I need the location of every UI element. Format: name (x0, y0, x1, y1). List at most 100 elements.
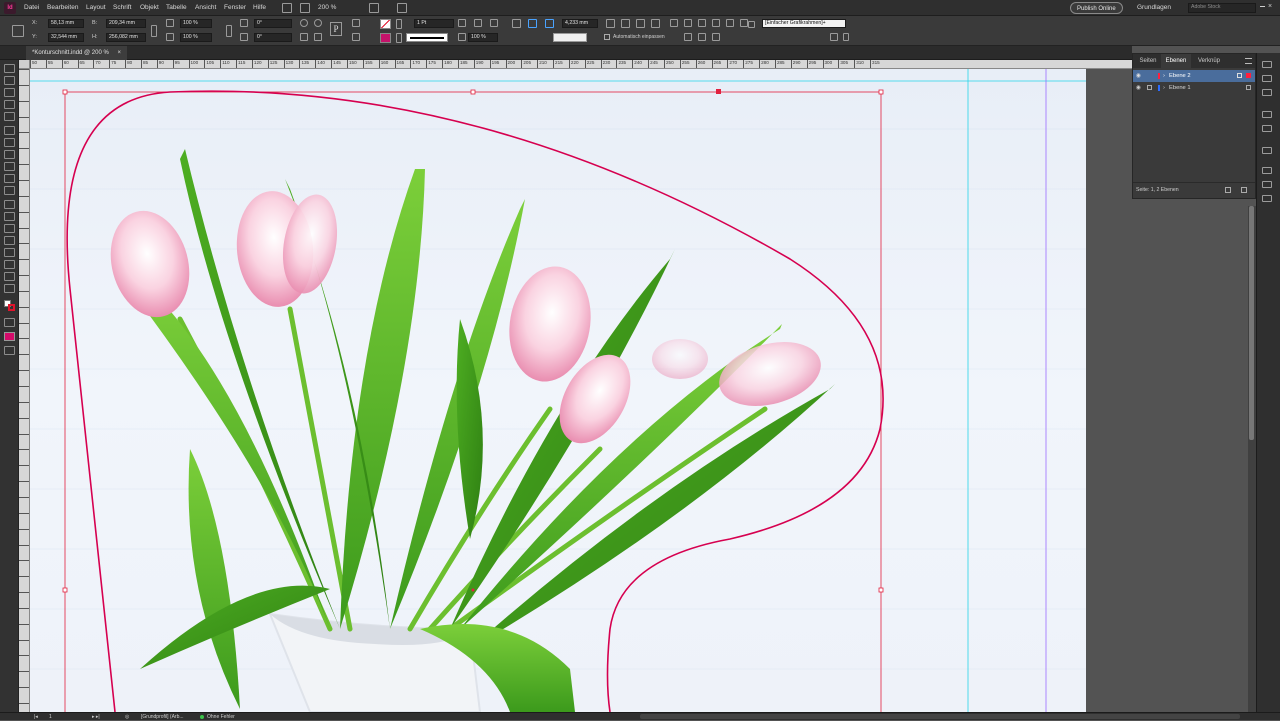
handle-top-right[interactable] (878, 89, 884, 95)
menu-objekt[interactable]: Objekt (140, 0, 159, 16)
height-field[interactable]: 256,082 mm (106, 33, 146, 42)
swap-fill-stroke-icon[interactable] (8, 304, 15, 311)
fit-content-proportionally-icon[interactable] (606, 19, 615, 28)
type-tool-icon[interactable] (4, 126, 15, 135)
constrain-scale-icon[interactable] (226, 25, 232, 37)
menu-tabelle[interactable]: Tabelle (166, 0, 187, 16)
menu-ansicht[interactable]: Ansicht (195, 0, 216, 16)
swatches-panel-icon[interactable] (1262, 147, 1272, 154)
opacity-field[interactable]: 100 % (468, 33, 498, 42)
hand-tool-icon[interactable] (4, 272, 15, 281)
formatting-affects-container-icon[interactable] (4, 318, 15, 327)
tab-seiten[interactable]: Seiten (1135, 54, 1161, 68)
drop-shadow-icon[interactable] (490, 19, 498, 27)
screen-mode-icon[interactable] (369, 3, 379, 13)
view-options-icon[interactable] (300, 3, 310, 13)
handle-middle-right[interactable] (878, 587, 884, 593)
arrange-documents-icon[interactable] (397, 3, 407, 13)
scale-x-field[interactable]: 100 % (180, 19, 212, 28)
effects-icon[interactable] (458, 33, 466, 41)
lock-icon[interactable] (1147, 85, 1152, 90)
flip-horizontal-icon[interactable] (300, 33, 308, 41)
expand-triangle-icon[interactable]: › (1163, 70, 1165, 82)
frame-center-point[interactable] (471, 588, 475, 592)
y-position-field[interactable]: 32,544 mm (48, 33, 84, 42)
selection-indicator-icon[interactable] (1246, 73, 1251, 78)
selection-tool-icon[interactable] (4, 64, 15, 73)
align-top-icon[interactable] (712, 19, 720, 27)
flip-vertical-icon[interactable] (314, 33, 322, 41)
panel-menu-icon[interactable] (1245, 58, 1252, 64)
free-transform-tool-icon[interactable] (4, 212, 15, 221)
clear-overrides-icon[interactable] (830, 33, 838, 41)
document-canvas[interactable] (30, 69, 1132, 712)
panel-menu-icon[interactable] (843, 33, 849, 41)
visibility-eye-icon[interactable]: ◉ (1136, 70, 1141, 82)
color-panel-icon[interactable] (1262, 125, 1272, 132)
close-icon[interactable]: × (1268, 3, 1275, 10)
fill-dropdown-icon[interactable] (396, 19, 402, 29)
frame-fitting-preview[interactable] (553, 33, 587, 42)
selection-indicator-icon[interactable] (1246, 85, 1251, 90)
gradient-feather-tool-icon[interactable] (4, 236, 15, 245)
menu-fenster[interactable]: Fenster (224, 0, 246, 16)
tab-verknuepfungen[interactable]: Verknüp (1193, 54, 1225, 68)
align-right-icon[interactable] (698, 19, 706, 27)
gradient-swatch-tool-icon[interactable] (4, 224, 15, 233)
stroke-weight-field[interactable]: 1 Pt (414, 19, 454, 28)
direct-selection-tool-icon[interactable] (4, 76, 15, 85)
width-field[interactable]: 209,34 mm (106, 19, 146, 28)
menu-schrift[interactable]: Schrift (113, 0, 131, 16)
reference-point-icon[interactable] (12, 25, 24, 37)
stroke-panel-icon[interactable] (1262, 111, 1272, 118)
layer-row-ebene-2[interactable]: ◉ › Ebene 2 (1133, 70, 1255, 82)
constrain-proportions-icon[interactable] (151, 25, 157, 37)
menu-layout[interactable]: Layout (86, 0, 106, 16)
handle-top-center[interactable] (470, 89, 476, 95)
scale-y-field[interactable]: 100 % (180, 33, 212, 42)
wrap-offset-field[interactable]: 4,233 mm (562, 19, 598, 28)
horizontal-scrollbar[interactable] (640, 714, 1240, 719)
distribute-vertical-icon[interactable] (698, 33, 706, 41)
stroke-dropdown-icon[interactable] (396, 33, 402, 43)
rotation-angle-field[interactable]: 0° (254, 19, 292, 28)
object-style-select[interactable]: [Einfacher Grafikrahmen]+ (762, 19, 846, 28)
menu-bearbeiten[interactable]: Bearbeiten (47, 0, 78, 16)
align-bottom-icon[interactable] (740, 19, 748, 27)
distribute-spacing-icon[interactable] (712, 33, 720, 41)
page-tool-icon[interactable] (4, 88, 15, 97)
distribute-horizontal-icon[interactable] (684, 33, 692, 41)
stock-search-input[interactable]: Adobe Stock (1188, 3, 1256, 13)
document-tab[interactable]: *Konturschnitt.indd @ 200 % × (26, 46, 127, 60)
vertical-scrollbar-thumb[interactable] (1249, 206, 1254, 440)
x-position-field[interactable]: 58,13 mm (48, 19, 84, 28)
align-left-icon[interactable] (670, 19, 678, 27)
ruler-origin[interactable] (19, 60, 30, 69)
character-panel-icon[interactable] (1262, 181, 1272, 188)
fit-frame-to-content-icon[interactable] (636, 19, 645, 28)
corner-shape-icon[interactable] (458, 19, 466, 27)
pen-tool-icon[interactable] (4, 150, 15, 159)
shear-angle-field[interactable]: 0° (254, 33, 292, 42)
links-panel-icon[interactable] (1262, 89, 1272, 96)
stroke-color-swatch[interactable] (380, 33, 391, 43)
line-tool-icon[interactable] (4, 138, 15, 147)
minimize-icon[interactable] (1260, 6, 1265, 7)
rotate-cw-icon[interactable] (300, 19, 308, 27)
visibility-eye-icon[interactable]: ◉ (1136, 82, 1141, 94)
corner-options-icon[interactable] (474, 19, 482, 27)
rectangle-tool-icon[interactable] (4, 186, 15, 195)
paragraph-panel-icon[interactable] (1262, 195, 1272, 202)
pages-panel-icon[interactable] (1262, 61, 1272, 68)
auto-fit-checkbox[interactable] (604, 34, 610, 40)
scissors-tool-icon[interactable] (4, 200, 15, 209)
content-collector-icon[interactable] (4, 112, 15, 121)
zoom-level[interactable]: 200 % (318, 0, 336, 16)
pencil-tool-icon[interactable] (4, 162, 15, 171)
select-container-icon[interactable] (352, 19, 360, 27)
align-middle-icon[interactable] (726, 19, 734, 27)
rotate-ccw-icon[interactable] (314, 19, 322, 27)
delete-layer-icon[interactable] (1241, 187, 1247, 193)
bridge-icon[interactable] (282, 3, 292, 13)
stroke-type-select[interactable] (406, 33, 448, 42)
